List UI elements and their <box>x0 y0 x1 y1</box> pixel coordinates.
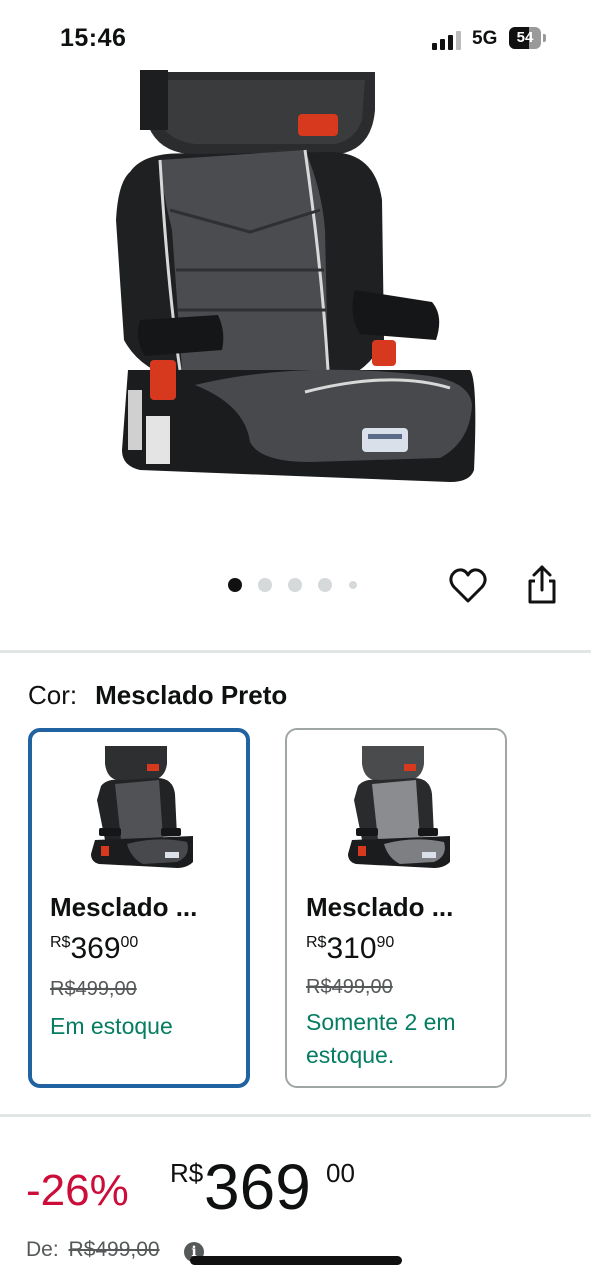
list-price-label: De: <box>26 1238 59 1261</box>
color-option-stock: Em estoque <box>50 1013 173 1039</box>
list-price-value: R$499,00 <box>68 1238 160 1261</box>
carousel-dot[interactable] <box>228 578 242 592</box>
color-selector-label: Cor: Mesclado Preto <box>28 680 287 711</box>
section-divider <box>0 1114 591 1117</box>
color-selected-value: Mesclado Preto <box>95 680 288 710</box>
network-type: 5G <box>472 28 498 49</box>
price-whole: 310 <box>326 932 377 965</box>
status-bar: 15:46 5G 54 <box>0 0 591 72</box>
color-option-old-price: R$499,00 <box>50 978 137 1000</box>
price-currency: R$ <box>50 934 71 951</box>
carousel-dot[interactable] <box>349 581 357 589</box>
list-price: De: R$499,00 <box>26 1238 160 1262</box>
carousel-dot[interactable] <box>258 578 272 592</box>
carousel-dot[interactable] <box>318 578 332 592</box>
color-option-name: Mesclado ... <box>50 892 198 922</box>
price-cents: 90 <box>376 934 395 951</box>
color-option-old-price: R$499,00 <box>306 976 393 998</box>
color-option-price: R$31090 <box>306 932 394 966</box>
color-option-selected[interactable]: Mesclado ... R$36900 R$499,00 Em estoque <box>28 728 250 1088</box>
color-label: Cor: <box>28 680 78 710</box>
signal-icon <box>432 31 461 50</box>
carousel-dot[interactable] <box>288 578 302 592</box>
price-currency: R$ <box>170 1158 204 1188</box>
section-divider <box>0 650 591 653</box>
product-image[interactable] <box>100 70 490 510</box>
share-icon[interactable] <box>522 564 562 606</box>
color-option-stock: Somente 2 em estoque. <box>306 1009 456 1068</box>
wishlist-heart-icon[interactable] <box>448 566 488 606</box>
price-whole: 369 <box>204 1151 311 1223</box>
battery-level: 54 <box>516 29 534 46</box>
price-currency: R$ <box>306 934 327 951</box>
status-time: 15:46 <box>60 24 127 52</box>
home-indicator[interactable] <box>190 1256 402 1265</box>
color-option-thumbnail <box>91 746 193 868</box>
price-whole: 369 <box>70 932 121 965</box>
price-cents: 00 <box>326 1158 355 1188</box>
discount-percentage: -26% <box>26 1166 129 1215</box>
color-option-name: Mesclado ... <box>306 892 454 922</box>
battery-icon: 54 <box>509 27 547 49</box>
price-cents: 00 <box>120 934 139 951</box>
color-option[interactable]: Mesclado ... R$31090 R$499,00 Somente 2 … <box>285 728 507 1088</box>
color-option-thumbnail <box>348 746 450 868</box>
color-option-price: R$36900 <box>50 932 138 966</box>
